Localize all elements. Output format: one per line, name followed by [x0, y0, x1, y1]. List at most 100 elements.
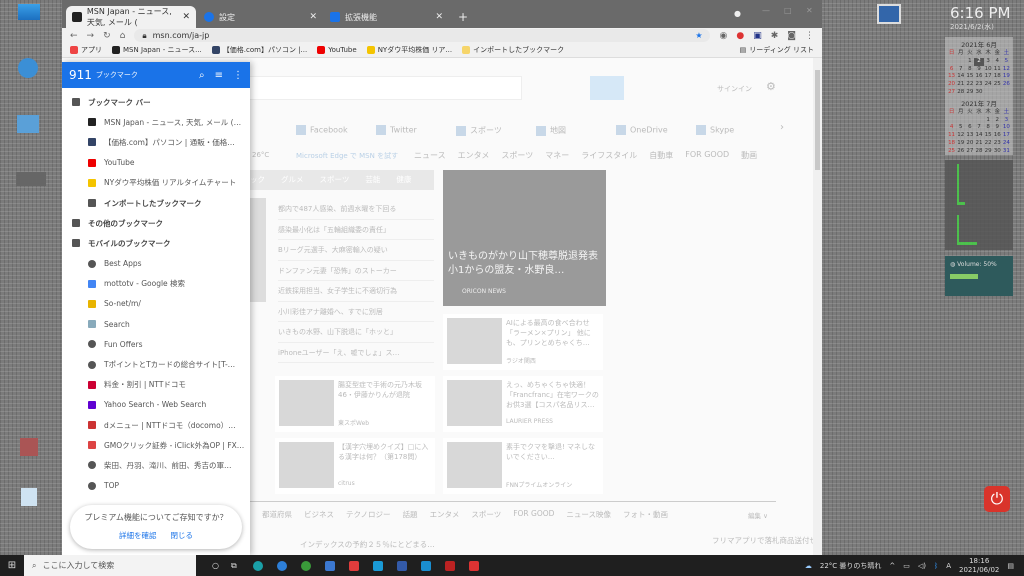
- calendar-day[interactable]: 27: [947, 89, 956, 97]
- scrollbar[interactable]: [813, 58, 822, 555]
- calendar-day[interactable]: 4: [993, 58, 1002, 66]
- calendar-day[interactable]: 3: [984, 58, 993, 66]
- nav-link[interactable]: 動画: [741, 150, 757, 161]
- desktop-icon-pc[interactable]: [18, 4, 40, 20]
- taskbar-weather[interactable]: 22°C 曇りのち晴れ: [820, 561, 882, 571]
- calendar-day[interactable]: 19: [956, 140, 965, 148]
- quicklink[interactable]: Twitter: [376, 125, 456, 136]
- address-bar[interactable]: 🔒︎ msn.com/ja-jp ★: [134, 29, 711, 42]
- calendar-day[interactable]: 9: [993, 124, 1002, 132]
- calendar-day[interactable]: 1: [965, 58, 974, 66]
- reading-list-button[interactable]: ▤ リーディング リスト: [740, 45, 814, 55]
- volume-widget[interactable]: ◍ Volume: 50%: [945, 256, 1013, 296]
- close-tab-icon[interactable]: ✕: [309, 12, 317, 22]
- app-icon[interactable]: [372, 560, 383, 571]
- calendar-day[interactable]: 8: [965, 66, 974, 74]
- bookmark-item[interactable]: mottotv - Google 検索: [62, 274, 250, 294]
- power-button[interactable]: ⏻: [984, 486, 1010, 512]
- calendar-day[interactable]: 7: [974, 124, 983, 132]
- calendar-day[interactable]: 25: [947, 148, 956, 156]
- headline-item[interactable]: 近鉄採用担当、女子学生に不適切行為: [278, 281, 434, 302]
- notification-icon[interactable]: ▤: [1007, 562, 1014, 570]
- calendar-day[interactable]: 6: [965, 124, 974, 132]
- nav-link[interactable]: ライフスタイル: [581, 150, 637, 161]
- bookmark-bar-item[interactable]: NYダウ平均株価 リア...: [366, 45, 452, 55]
- nav-link[interactable]: 自動車: [649, 150, 673, 161]
- calendar-day[interactable]: 30: [974, 89, 983, 97]
- quicklink[interactable]: スポーツ: [456, 125, 536, 136]
- calendar-day[interactable]: 17: [984, 73, 993, 81]
- nav-link[interactable]: 話題: [403, 509, 418, 520]
- edit-dropdown[interactable]: 編集 ∨: [748, 510, 768, 520]
- bluetooth-icon[interactable]: ᛒ: [934, 562, 938, 570]
- calendar-day[interactable]: 11: [947, 132, 956, 140]
- close-tab-icon[interactable]: ✕: [435, 12, 443, 22]
- nav-link[interactable]: FOR GOOD: [513, 509, 554, 520]
- nav-link[interactable]: マネー: [545, 150, 569, 161]
- calendar-day[interactable]: 14: [956, 73, 965, 81]
- app-icon[interactable]: [444, 560, 455, 571]
- bookmark-item[interactable]: TOP: [62, 476, 250, 496]
- menu-icon[interactable]: ⋮: [805, 31, 814, 41]
- calendar-day[interactable]: 16: [974, 73, 983, 81]
- bookmark-folder[interactable]: ブックマーク バー: [62, 92, 250, 112]
- ime-icon[interactable]: A: [946, 562, 951, 570]
- mail-icon[interactable]: [324, 560, 335, 571]
- calendar-day[interactable]: 26: [1002, 81, 1011, 89]
- calendar-day[interactable]: 18: [947, 140, 956, 148]
- speaker-icon[interactable]: ◁): [918, 562, 926, 570]
- taskbar-search[interactable]: ⌕ ここに入力して検索: [24, 555, 196, 576]
- calendar-day[interactable]: 8: [984, 124, 993, 132]
- chevron-up-icon[interactable]: ^: [889, 562, 895, 570]
- headline-item[interactable]: ドンファン元妻「恐怖」のストーカー: [278, 261, 434, 281]
- calendar-day[interactable]: 13: [965, 132, 974, 140]
- extension-icon[interactable]: ▣: [753, 31, 762, 41]
- desktop-icon-recycle-bin[interactable]: [21, 488, 37, 506]
- nav-link[interactable]: ニュース: [414, 150, 446, 161]
- bookmark-bar-item[interactable]: アプリ: [70, 45, 102, 55]
- signin-link[interactable]: サインイン: [717, 84, 752, 94]
- nav-link[interactable]: ビジネス: [304, 509, 334, 520]
- calendar-day[interactable]: 16: [993, 132, 1002, 140]
- nav-link[interactable]: ック: [250, 174, 265, 185]
- nav-link[interactable]: スポーツ: [501, 150, 533, 161]
- cortana-icon[interactable]: ○: [212, 561, 219, 570]
- reload-icon[interactable]: ↻: [103, 31, 111, 41]
- close-promo-button[interactable]: 閉じる: [171, 530, 194, 541]
- calendar-day[interactable]: 2: [974, 57, 984, 66]
- edge-icon[interactable]: [252, 560, 263, 571]
- hero-title[interactable]: いきものがかり山下穂尊脱退発表 小1からの盟友・水野良…: [448, 250, 603, 278]
- chrome-icon[interactable]: [300, 560, 311, 571]
- quicklink[interactable]: Skype: [696, 125, 776, 136]
- calendar-day[interactable]: 18: [993, 73, 1002, 81]
- nav-link[interactable]: FOR GOOD: [685, 150, 729, 161]
- bookmark-item[interactable]: So-net/m/: [62, 294, 250, 314]
- desktop-icon-drive[interactable]: [16, 172, 46, 186]
- nav-link[interactable]: エンタメ: [430, 509, 460, 520]
- news-headline[interactable]: インデックスの予約２５％にとどまる…: [300, 539, 435, 550]
- calendar-day[interactable]: 14: [974, 132, 983, 140]
- calendar-day[interactable]: 1: [984, 117, 993, 125]
- minimize-button[interactable]: —: [762, 6, 770, 15]
- nav-link[interactable]: エンタメ: [458, 150, 490, 161]
- calendar-day[interactable]: 21: [974, 140, 983, 148]
- tab-msn[interactable]: MSN Japan - ニュース, 天気, メール (✕: [66, 6, 196, 28]
- desktop-icon-app[interactable]: [20, 438, 38, 456]
- calendar-day[interactable]: 3: [1002, 117, 1011, 125]
- maximize-button[interactable]: □: [784, 6, 792, 15]
- forward-icon[interactable]: →: [87, 31, 95, 41]
- calendar-day[interactable]: 29: [984, 148, 993, 156]
- desktop-icon-monitor[interactable]: [877, 4, 901, 24]
- ie-icon[interactable]: [276, 560, 287, 571]
- bookmark-item[interactable]: TポイントとTカードの総合サイト[T-…: [62, 354, 250, 374]
- news-card[interactable]: AIによる最高の食べ合わせ「ラーメン×プリン」 他にも、プリンとめちゃくち… ラジ…: [443, 314, 603, 370]
- calendar-day[interactable]: 17: [1002, 132, 1011, 140]
- home-icon[interactable]: ⌂: [120, 31, 126, 41]
- nav-link[interactable]: フォト・動画: [623, 509, 668, 520]
- calendar-day[interactable]: 19: [1002, 73, 1011, 81]
- profile-icon[interactable]: ●: [734, 9, 741, 18]
- desktop-icon-control-panel[interactable]: [17, 115, 39, 133]
- quicklink[interactable]: OneDrive: [616, 125, 696, 136]
- calendar-day[interactable]: 28: [956, 89, 965, 97]
- learn-more-button[interactable]: 詳細を確認: [119, 530, 157, 541]
